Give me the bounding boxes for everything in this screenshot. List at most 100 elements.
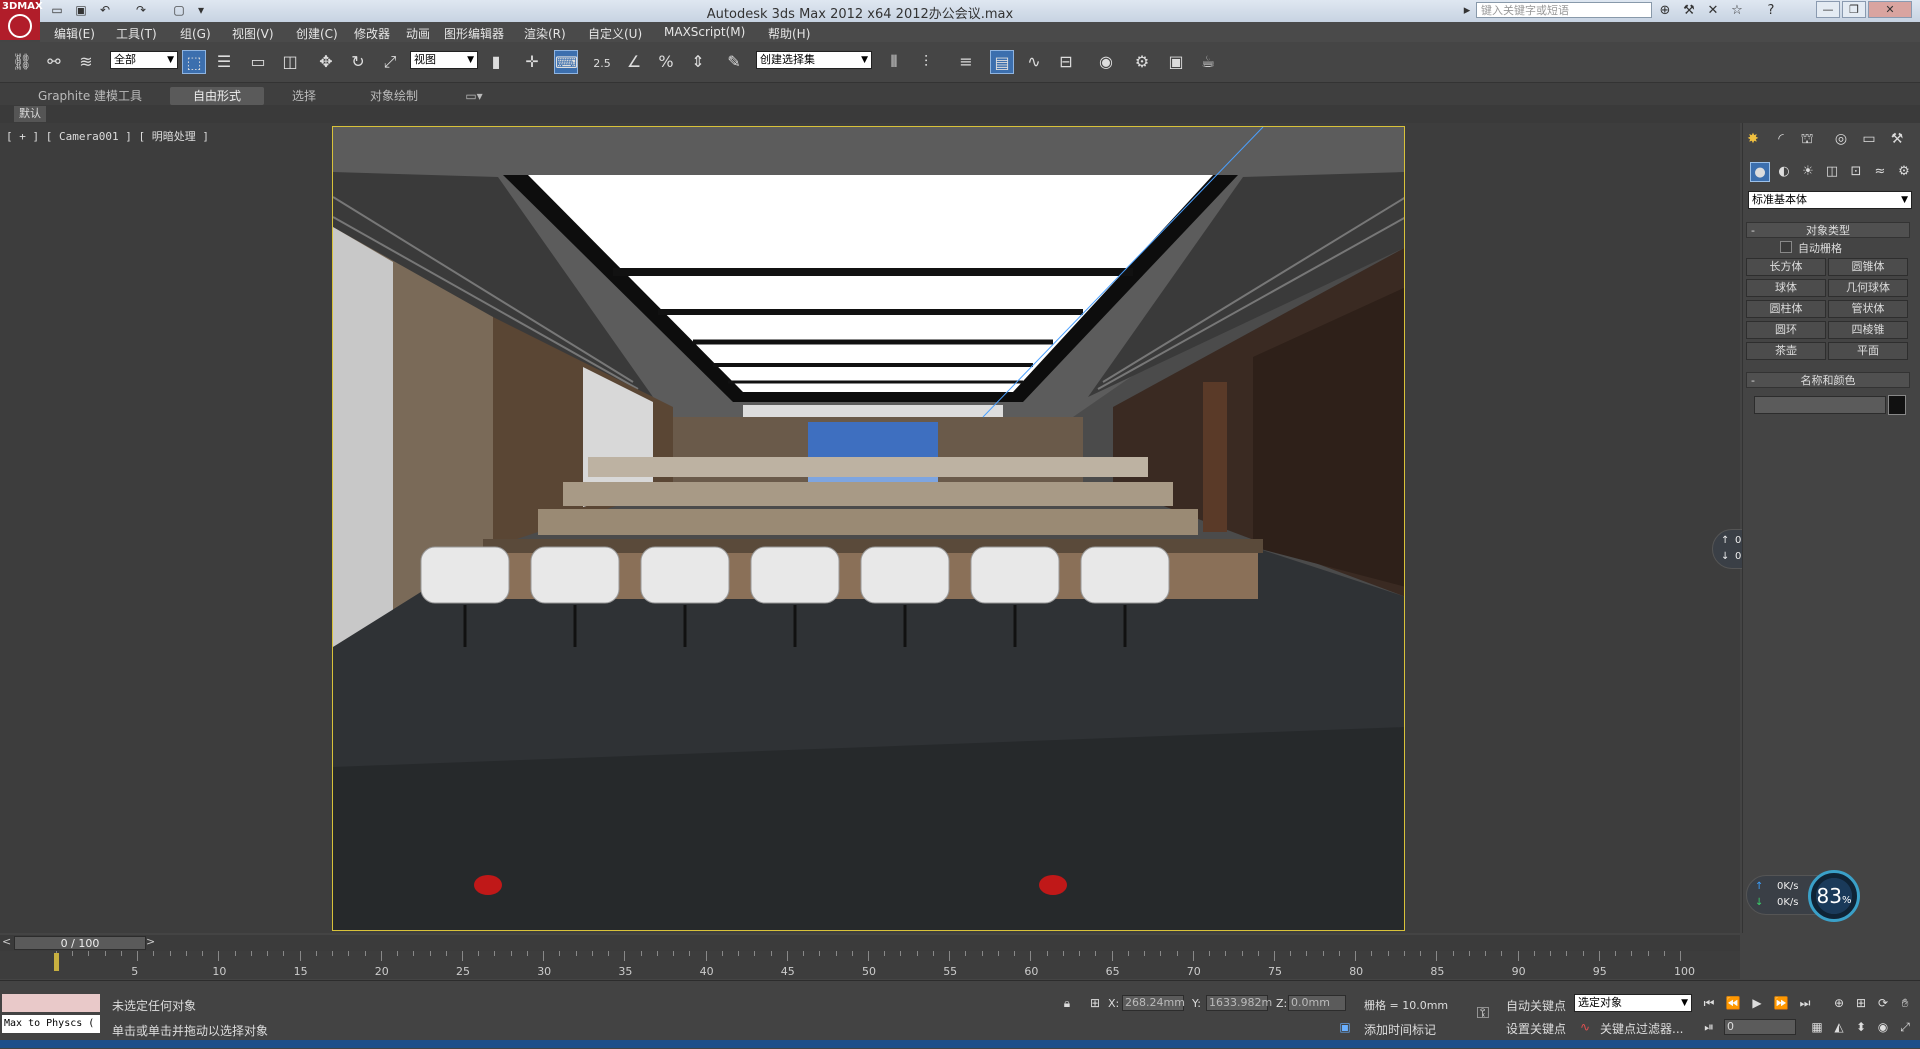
maxscript-mini-listener-pink[interactable] (2, 994, 100, 1012)
open-file-icon[interactable]: ▭ (48, 2, 66, 18)
memory-gauge-2[interactable]: 83% (1808, 870, 1860, 922)
menu-create[interactable]: 创建(C) (296, 25, 338, 42)
render-production-icon[interactable]: ☕ (1196, 50, 1220, 74)
manage-layers-icon[interactable]: ≡ (954, 50, 978, 74)
undo-icon[interactable]: ↶ (96, 2, 114, 18)
tab-freeform[interactable]: 自由形式 (170, 87, 264, 105)
zoom-all-icon[interactable]: ⊞ (1852, 994, 1870, 1012)
tab-object-paint[interactable]: 对象绘制 (354, 87, 434, 105)
curve-editor-icon[interactable]: ∿ (1022, 50, 1046, 74)
menu-group[interactable]: 组(G) (180, 25, 211, 42)
auto-grid-checkbox[interactable] (1780, 241, 1792, 253)
angle-snap-icon[interactable]: ∠ (622, 50, 646, 74)
cone-button[interactable]: 圆锥体 (1828, 258, 1908, 276)
time-configuration-icon[interactable]: ▦ (1808, 1018, 1826, 1036)
ribbon-default-label[interactable]: 默认 (14, 106, 46, 122)
percent-snap-icon[interactable]: % (654, 50, 678, 74)
viewport-label[interactable]: [ + ] [ Camera001 ] [ 明暗处理 ] (6, 128, 209, 144)
go-to-start-icon[interactable]: ⏮ (1700, 994, 1718, 1012)
pyramid-button[interactable]: 四棱锥 (1828, 321, 1908, 339)
maxscript-mini-listener[interactable]: Max to Physcs ( (2, 1015, 100, 1033)
orbit-camera-icon[interactable]: ◉ (1874, 1018, 1892, 1036)
ribbon-options-icon[interactable]: ▭▾ (460, 87, 488, 105)
space-warps-icon[interactable]: ≈ (1870, 162, 1890, 182)
help-icon[interactable]: ? (1762, 2, 1780, 19)
favorites-icon[interactable]: ☆ (1728, 2, 1746, 19)
rendered-frame-window-icon[interactable]: ▣ (1164, 50, 1188, 74)
zoom-icon[interactable]: ⊕ (1830, 994, 1848, 1012)
keyboard-shortcut-override-icon[interactable]: ⌨ (554, 50, 578, 74)
previous-key-icon[interactable]: ⏪ (1724, 994, 1742, 1012)
object-name-input[interactable] (1754, 396, 1886, 414)
hierarchy-tab-icon[interactable]: ⛫ (1796, 128, 1818, 150)
communication-center-icon[interactable]: ✕ (1704, 2, 1722, 19)
project-folder-icon[interactable]: ▢ (170, 2, 188, 18)
maximize-viewport-icon[interactable]: ⤢ (1896, 1018, 1914, 1036)
tab-selection[interactable]: 选择 (276, 87, 332, 105)
x-coordinate-field[interactable]: 268.24mm (1122, 995, 1185, 1011)
menu-tools[interactable]: 工具(T) (116, 25, 157, 42)
time-slider-knob[interactable]: 0 / 100 (14, 936, 146, 950)
bind-space-warp-icon[interactable]: ≋ (74, 50, 98, 74)
key-mode-toggle-icon[interactable]: ⏯ (1700, 1018, 1718, 1036)
select-by-name-icon[interactable]: ☰ (212, 50, 236, 74)
select-and-manipulate-icon[interactable]: ✛ (520, 50, 544, 74)
orbit-icon[interactable]: ⟳ (1874, 994, 1892, 1012)
display-tab-icon[interactable]: ▭ (1858, 128, 1880, 150)
play-icon[interactable]: ▶ (1748, 994, 1766, 1012)
field-of-view-icon[interactable]: ◭ (1830, 1018, 1848, 1036)
plane-button[interactable]: 平面 (1828, 342, 1908, 360)
menu-views[interactable]: 视图(V) (232, 25, 274, 42)
tube-button[interactable]: 管状体 (1828, 300, 1908, 318)
snaps-toggle-icon[interactable]: 2.5 (590, 50, 614, 74)
quick-access-dropdown-icon[interactable]: ▾ (192, 2, 210, 18)
add-time-tag-icon[interactable]: ▣ (1336, 1018, 1354, 1036)
current-frame-marker[interactable] (54, 953, 59, 971)
app-menu-button[interactable]: 3DMAX (0, 0, 43, 40)
select-and-link-icon[interactable]: ⛓ (10, 50, 34, 74)
z-coordinate-field[interactable]: 0.0mm (1288, 995, 1346, 1011)
menu-modifiers[interactable]: 修改器 (354, 25, 390, 42)
infocenter-search-input[interactable]: 键入关键字或短语 (1476, 2, 1652, 18)
track-bar[interactable]: 5 10 15 20 25 30 35 40 45 50 55 60 65 70 75 80 85 90 95 100 (0, 951, 1740, 979)
geometry-category-dropdown[interactable]: 标准基本体 ▼ (1748, 191, 1912, 209)
go-to-end-icon[interactable]: ⏭ (1796, 994, 1814, 1012)
object-type-rollout-header[interactable]: - 对象类型 (1746, 222, 1910, 238)
key-mode-dropdown[interactable]: 选定对象 ▼ (1574, 994, 1692, 1012)
minimize-button[interactable]: — (1816, 1, 1840, 18)
create-tab-icon[interactable]: ✸ (1742, 128, 1764, 150)
select-object-icon[interactable]: ⬚ (182, 50, 206, 74)
lights-icon[interactable]: ☀ (1798, 162, 1818, 182)
named-selection-sets-dropdown[interactable]: 创建选择集 ▼ (756, 51, 872, 69)
render-setup-icon[interactable]: ⚙ (1130, 50, 1154, 74)
utilities-tab-icon[interactable]: ⚒ (1886, 128, 1908, 150)
current-frame-field[interactable]: 0 (1724, 1019, 1796, 1035)
menu-animation[interactable]: 动画 (406, 25, 430, 42)
unlink-icon[interactable]: ⚯ (42, 50, 66, 74)
cameras-icon[interactable]: ◫ (1822, 162, 1842, 182)
binoculars-icon[interactable]: ⊕ (1656, 2, 1674, 19)
key-filters-button[interactable]: 关键点过滤器... (1600, 1020, 1683, 1037)
camera-viewport[interactable] (332, 126, 1405, 931)
menu-maxscript[interactable]: MAXScript(M) (664, 25, 745, 39)
walk-through-icon[interactable]: ⬍ (1852, 1018, 1870, 1036)
next-frame-icon[interactable]: > (146, 935, 155, 948)
geometry-icon[interactable]: ● (1750, 162, 1770, 182)
select-and-move-icon[interactable]: ✥ (314, 50, 338, 74)
motion-tab-icon[interactable]: ◎ (1830, 128, 1852, 150)
sphere-button[interactable]: 球体 (1746, 279, 1826, 297)
systems-icon[interactable]: ⚙ (1894, 162, 1914, 182)
absolute-mode-icon[interactable]: ⊞ (1086, 994, 1104, 1012)
tab-graphite-modeling[interactable]: Graphite 建模工具 (30, 87, 150, 105)
auto-key-button[interactable]: 自动关键点 (1506, 997, 1566, 1014)
name-color-rollout-header[interactable]: - 名称和颜色 (1746, 372, 1910, 388)
set-key-button[interactable]: 设置关键点 (1506, 1020, 1566, 1037)
time-slider[interactable]: < 0 / 100 > (0, 935, 1740, 951)
menu-customize[interactable]: 自定义(U) (588, 25, 642, 42)
selection-filter-dropdown[interactable]: 全部 ▼ (110, 51, 178, 69)
cylinder-button[interactable]: 圆柱体 (1746, 300, 1826, 318)
lock-selection-icon[interactable]: 🔒︎ (1058, 994, 1076, 1012)
window-crossing-icon[interactable]: ◫ (278, 50, 302, 74)
modify-tab-icon[interactable]: ◜ (1770, 128, 1792, 150)
select-and-scale-icon[interactable]: ⤢ (378, 50, 402, 74)
